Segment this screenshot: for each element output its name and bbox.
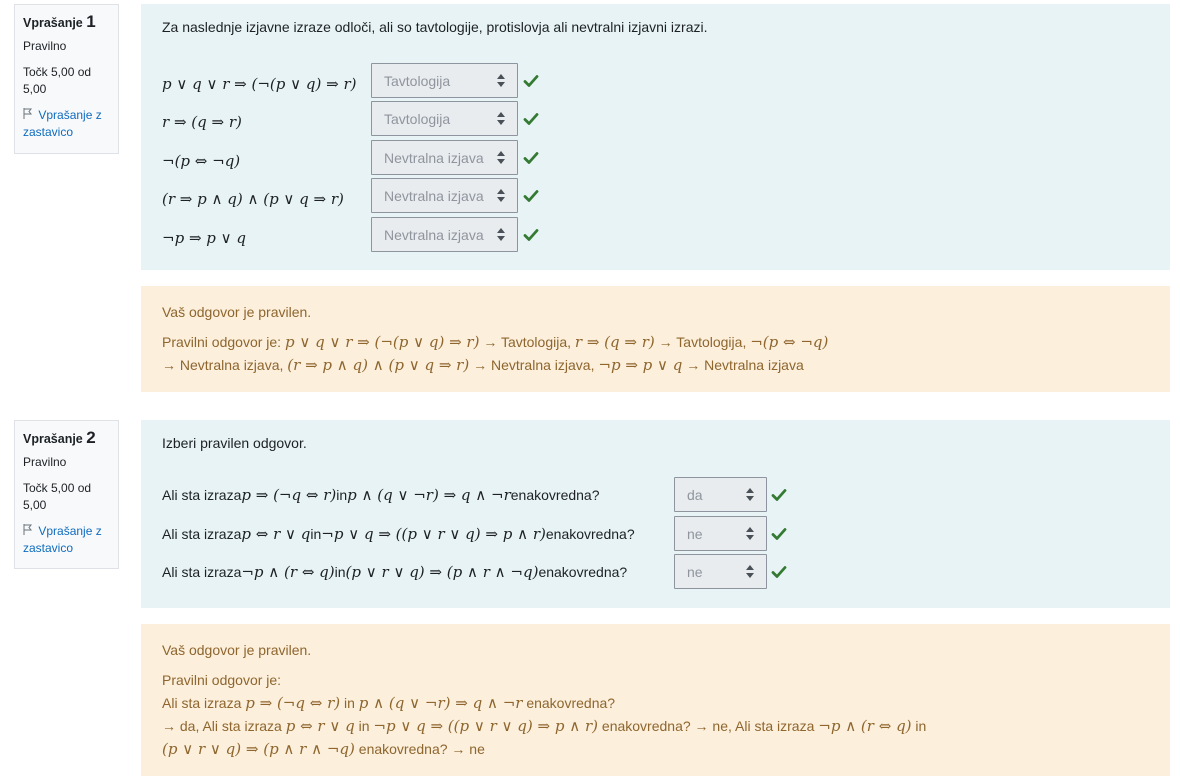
- question-2-formulation: Izberi pravilen odgovor. Ali sta izraza …: [141, 420, 1170, 608]
- correct-check-icon: [771, 564, 787, 580]
- question-2-info: Vprašanje 2 Pravilno Točk 5,00 od 5,00 Vp…: [14, 420, 119, 569]
- select-arrows-icon: [497, 189, 505, 203]
- select-arrows-icon: [497, 74, 505, 88]
- question-state: Pravilno: [23, 39, 67, 53]
- match-row: ¬(p ⇔ ¬q): [162, 152, 241, 170]
- select-arrows-icon: [746, 527, 754, 541]
- question-grade: Točk 5,00 od 5,00: [23, 481, 92, 512]
- answer-select[interactable]: Nevtralna izjava: [371, 178, 518, 213]
- correct-message: Vaš odgovor je pravilen.: [162, 642, 312, 658]
- match-row: Ali sta izraza ¬p ∧ (r ⇔ q) in (p ∨ r ∨ …: [162, 563, 628, 581]
- select-arrows-icon: [497, 151, 505, 165]
- flag-question-link[interactable]: Vprašanje z zastavico: [23, 107, 110, 141]
- correct-message: Vaš odgovor je pravilen.: [162, 304, 312, 320]
- question-text: Za naslednje izjavne izraze odloči, ali …: [162, 19, 708, 35]
- answer-select[interactable]: Nevtralna izjava: [371, 140, 518, 175]
- correct-check-icon: [523, 188, 539, 204]
- match-row: p ∨ q ∨ r ⇒ (¬(p ∨ q) ⇒ r): [162, 75, 357, 93]
- question-state: Pravilno: [23, 455, 67, 469]
- answer-select[interactable]: da: [674, 477, 767, 512]
- correct-check-icon: [771, 487, 787, 503]
- select-arrows-icon: [746, 488, 754, 502]
- match-row: r ⇒ (q ⇒ r): [162, 113, 242, 131]
- question-text: Izberi pravilen odgovor.: [162, 435, 307, 451]
- flag-question-link[interactable]: Vprašanje z zastavico: [23, 523, 110, 557]
- right-answer: Pravilni odgovor je: p ∨ q ∨ r ⇒ (¬(p ∨ …: [162, 333, 829, 374]
- flag-icon: [23, 523, 35, 540]
- question-number: Vprašanje 1: [23, 12, 96, 31]
- question-grade: Točk 5,00 od 5,00: [23, 65, 92, 96]
- answer-select[interactable]: Tavtologija: [371, 63, 518, 98]
- right-answer: Pravilni odgovor je: Ali sta izraza p ⇒ …: [162, 672, 927, 758]
- correct-check-icon: [523, 111, 539, 127]
- correct-check-icon: [771, 526, 787, 542]
- answer-select[interactable]: ne: [674, 554, 767, 589]
- select-arrows-icon: [497, 112, 505, 126]
- question-1-info: Vprašanje 1 Pravilno Točk 5,00 od 5,00 Vp…: [14, 4, 119, 154]
- match-row: Ali sta izraza p ⇔ r ∨ q in ¬p ∨ q ⇒ ((p…: [162, 525, 635, 543]
- match-row: ¬p ⇒ p ∨ q: [162, 229, 246, 247]
- select-arrows-icon: [497, 228, 505, 242]
- question-1-formulation: Za naslednje izjavne izraze odloči, ali …: [141, 4, 1170, 270]
- select-arrows-icon: [746, 565, 754, 579]
- correct-check-icon: [523, 227, 539, 243]
- correct-check-icon: [523, 73, 539, 89]
- match-row: Ali sta izraza p ⇒ (¬q ⇔ r) in p ∧ (q ∨ …: [162, 486, 600, 504]
- question-number: Vprašanje 2: [23, 428, 96, 447]
- correct-check-icon: [523, 150, 539, 166]
- question-2-feedback: Vaš odgovor je pravilen. Pravilni odgovo…: [141, 624, 1170, 776]
- answer-select[interactable]: Tavtologija: [371, 101, 518, 136]
- answer-select[interactable]: ne: [674, 516, 767, 551]
- flag-icon: [23, 107, 35, 124]
- question-1-feedback: Vaš odgovor je pravilen. Pravilni odgovo…: [141, 286, 1170, 392]
- match-row: (r ⇒ p ∧ q) ∧ (p ∨ q ⇒ r): [162, 190, 344, 208]
- answer-select[interactable]: Nevtralna izjava: [371, 217, 518, 252]
